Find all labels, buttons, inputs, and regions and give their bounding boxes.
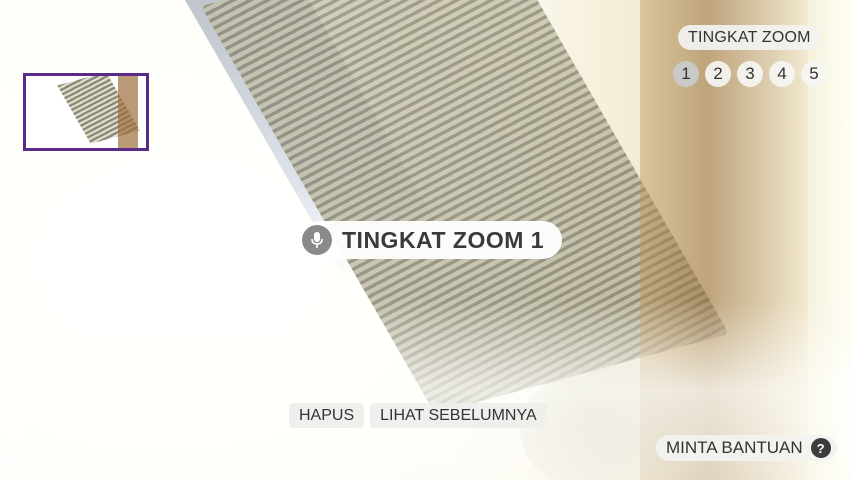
view-previous-button[interactable]: LIHAT SEBELUMNYA — [370, 403, 547, 428]
zoom-level-2-button[interactable]: 2 — [705, 61, 731, 87]
delete-button[interactable]: HAPUS — [289, 403, 365, 428]
zoom-level-3-button[interactable]: 3 — [737, 61, 763, 87]
captured-photo-thumbnail[interactable] — [23, 73, 149, 151]
help-label: MINTA BANTUAN — [666, 438, 803, 457]
zoom-level-selector: 1 2 3 4 5 — [673, 61, 827, 87]
zoom-level-label: TINGKAT ZOOM — [678, 25, 821, 50]
help-button[interactable]: MINTA BANTUAN ? — [656, 435, 837, 461]
voice-status-text: TINGKAT ZOOM 1 — [342, 226, 545, 253]
zoom-level-4-button[interactable]: 4 — [769, 61, 795, 87]
question-mark-icon: ? — [810, 438, 831, 458]
voice-status-banner: TINGKAT ZOOM 1 — [300, 221, 563, 259]
microphone-icon — [302, 225, 332, 255]
zoom-level-1-button[interactable]: 1 — [673, 61, 699, 87]
zoom-level-5-button[interactable]: 5 — [801, 61, 827, 87]
action-bar: HAPUS LIHAT SEBELUMNYA — [289, 403, 547, 428]
